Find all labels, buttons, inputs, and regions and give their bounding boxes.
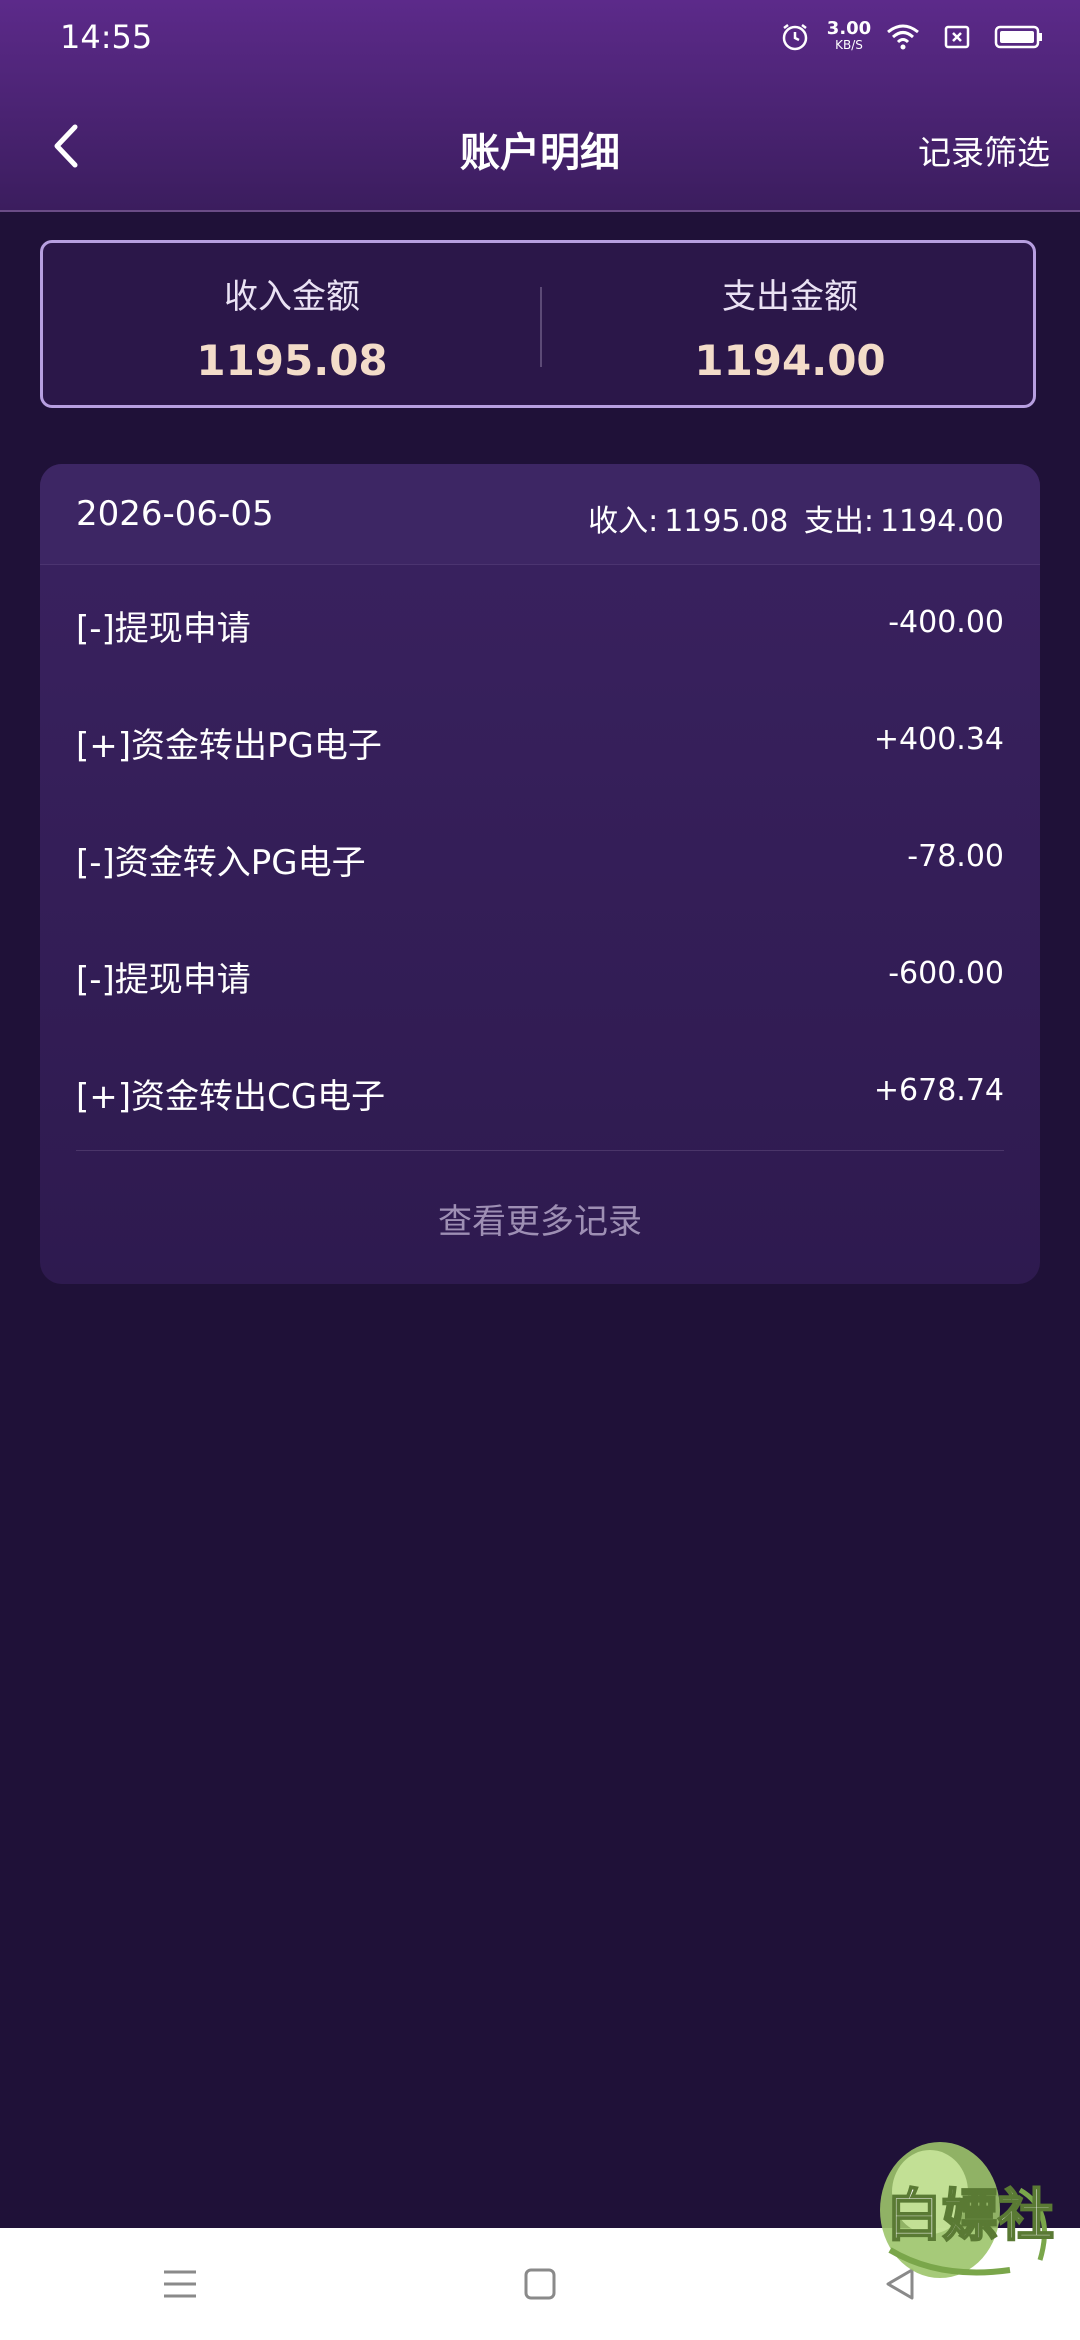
records-date: 2026-06-05 [76,494,274,534]
watermark-text: 白嫖社 [886,2184,1054,2249]
more-divider [76,1150,1004,1151]
expense-label: 支出金额 [722,277,858,317]
summary-card: 收入金额 1195.08 支出金额 1194.00 [40,240,1036,408]
expense-value: 1194.00 [694,336,886,385]
record-amount: +400.34 [873,722,1004,757]
income-summary: 收入金额 1195.08 [43,269,541,385]
record-amount: -78.00 [907,839,1004,874]
network-speed: 3.00 KB/S [827,20,871,54]
day-income-label: 收入: [588,504,659,539]
record-amount: -400.00 [888,605,1004,640]
watermark-logo: 白嫖社 [870,2130,1070,2290]
menu-icon [164,2270,196,2298]
record-filter-button[interactable]: 记录筛选 [918,126,1050,174]
record-amount: -600.00 [888,956,1004,991]
home-button[interactable] [480,2228,600,2340]
record-name: [+]资金转出CG电子 [76,1077,386,1117]
top-navigation: 账户明细 记录筛选 [0,100,1080,190]
income-value: 1195.08 [196,336,388,385]
sim-disabled-icon [940,20,974,54]
records-day-summary: 收入: 1195.08 支出: 1194.00 [582,496,1004,540]
home-square-icon [524,2268,556,2300]
record-name: [+]资金转出PG电子 [76,726,382,766]
record-row[interactable]: [-]资金转入PG电子 -78.00 [40,799,1040,916]
record-row[interactable]: [-]提现申请 -400.00 [40,565,1040,682]
income-label: 收入金额 [224,277,360,317]
menu-button[interactable] [120,2228,240,2340]
record-amount: +678.74 [873,1073,1004,1108]
status-icons: 3.00 KB/S [778,20,1044,54]
record-name: [-]提现申请 [76,609,251,649]
status-bar: 14:55 3.00 KB/S [0,0,1080,80]
network-speed-value: 3.00 [826,18,872,39]
wifi-icon [886,20,920,54]
battery-icon [994,20,1044,54]
day-expense-label: 支出: [803,504,874,539]
records-card: 2026-06-05 收入: 1195.08 支出: 1194.00 [-]提现申请… [40,464,1040,1284]
records-date-header: 2026-06-05 收入: 1195.08 支出: 1194.00 [40,464,1040,565]
day-expense-total: 1194.00 [879,504,1004,539]
record-row[interactable]: [+]资金转出CG电子 +678.74 [40,1033,1040,1150]
day-income-total: 1195.08 [664,504,789,539]
view-more-button[interactable]: 查看更多记录 [40,1194,1040,1243]
record-name: [-]资金转入PG电子 [76,843,366,883]
alarm-icon [778,20,812,54]
expense-summary: 支出金额 1194.00 [541,269,1039,385]
record-name: [-]提现申请 [76,960,251,1000]
network-speed-unit: KB/S [835,38,863,52]
record-row[interactable]: [+]资金转出PG电子 +400.34 [40,682,1040,799]
record-row[interactable]: [-]提现申请 -600.00 [40,916,1040,1033]
status-time: 14:55 [60,18,153,56]
